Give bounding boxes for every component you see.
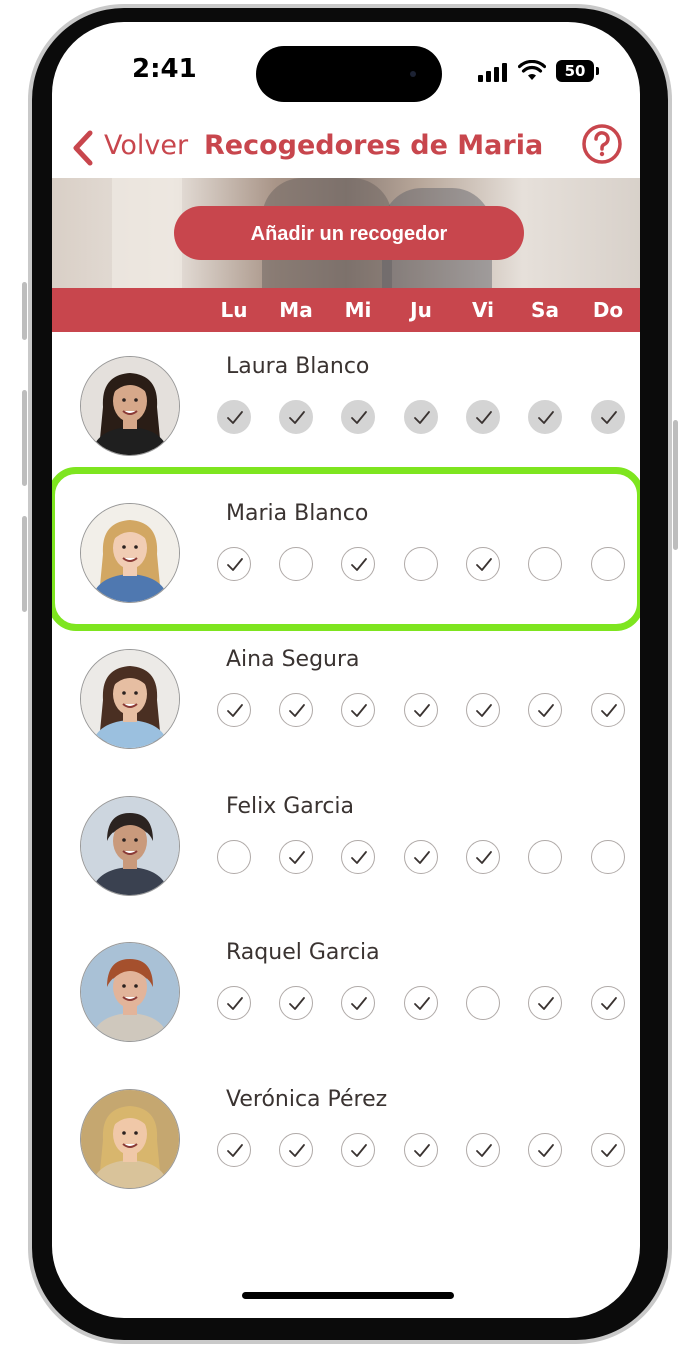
picker-row: Raquel Garcia [52,918,640,1064]
back-button[interactable]: Volver [104,130,188,161]
day-checkbox-empty-ma[interactable] [279,546,313,581]
day-checkbox-checked-ma[interactable] [279,839,313,874]
picker-row: Verónica Pérez [52,1065,640,1211]
day-checkbox-checked-ma[interactable] [279,1132,313,1167]
chevron-left-icon[interactable] [70,128,96,168]
day-checkbox-checked-ma[interactable] [279,693,313,727]
day-checkbox-empty-do[interactable] [591,546,625,581]
day-header-ma: Ma [279,298,313,322]
day-checkbox-checked-lu[interactable] [217,546,251,581]
day-checkbox-checked-sa[interactable] [528,693,562,727]
day-checkbox-checked-lu[interactable] [217,693,251,727]
day-checkbox-empty-do[interactable] [591,839,625,874]
action-button [22,282,27,340]
day-checkbox-checked-sa[interactable] [528,1132,562,1167]
day-checkbox-checked-vi[interactable] [466,546,500,581]
day-checkbox-checked-vi[interactable] [466,693,500,727]
day-checkbox-checked-ju[interactable] [404,986,438,1020]
day-checkbox-checked-ju[interactable] [404,693,438,727]
day-checkbox-checked-sa [528,400,562,434]
volume-up-button [22,390,27,486]
day-checkbox-checked-ju [404,400,438,434]
avatar[interactable] [80,649,180,749]
app-screen: 2:41 50 Volver Recogedores de Maria Añad… [52,22,640,1318]
status-time: 2:41 [132,54,197,84]
avatar[interactable] [80,1088,180,1189]
picker-name: Verónica Pérez [226,1086,388,1112]
nav-header: Volver Recogedores de Maria [52,122,640,178]
picker-row: Maria Blanco [52,479,640,625]
picker-name: Maria Blanco [226,500,369,526]
page-title: Recogedores de Maria [204,130,544,161]
day-checkbox-checked-do[interactable] [591,986,625,1020]
avatar[interactable] [80,942,180,1042]
day-checkbox-checked-ju[interactable] [404,839,438,874]
cellular-signal-icon [478,62,508,82]
header-banner-photo: Añadir un recogedor [52,178,640,288]
day-checkbox-checked-mi [341,400,375,434]
day-checkbox-empty-lu[interactable] [217,839,251,874]
day-header-sa: Sa [531,298,559,322]
status-bar: 2:41 50 [52,22,640,122]
day-checkbox-empty-ju[interactable] [404,546,438,581]
day-checkbox-checked-vi[interactable] [466,1132,500,1167]
day-checkbox-checked-sa[interactable] [528,986,562,1020]
day-checkbox-empty-sa[interactable] [528,546,562,581]
dynamic-island [256,46,442,102]
day-checkbox-checked-do[interactable] [591,693,625,727]
picker-row: Laura Blanco [52,332,640,478]
picker-name: Aina Segura [226,647,360,672]
day-checkbox-checked-do [591,400,625,434]
weekday-header: Lu Ma Mi Ju Vi Sa Do [52,288,640,332]
day-checkbox-checked-do[interactable] [591,1132,625,1167]
day-header-vi: Vi [472,298,494,322]
add-picker-button[interactable]: Añadir un recogedor [174,206,524,260]
day-header-mi: Mi [344,298,372,322]
day-checkbox-checked-lu[interactable] [217,1132,251,1167]
wifi-icon [518,60,546,80]
volume-down-button [22,516,27,612]
battery-icon: 50 [556,60,599,82]
day-checkbox-checked-lu [217,400,251,434]
day-checkbox-checked-mi[interactable] [341,839,375,874]
picker-name: Raquel Garcia [226,940,380,965]
day-checkbox-checked-mi[interactable] [341,1132,375,1167]
day-checkbox-checked-mi[interactable] [341,546,375,581]
day-header-do: Do [592,298,624,322]
power-button [673,420,678,550]
picker-name: Laura Blanco [226,354,370,379]
day-checkbox-checked-lu[interactable] [217,986,251,1020]
day-checkbox-checked-ju[interactable] [404,1132,438,1167]
question-circle-icon[interactable] [580,122,624,166]
avatar[interactable] [80,356,180,456]
picker-row: Aina Segura [52,625,640,771]
home-indicator [242,1292,454,1299]
day-checkbox-checked-ma[interactable] [279,986,313,1020]
day-checkbox-checked-mi[interactable] [341,986,375,1020]
day-checkbox-empty-vi[interactable] [466,986,500,1020]
day-checkbox-checked-vi [466,400,500,434]
day-checkbox-empty-sa[interactable] [528,839,562,874]
day-checkbox-checked-ma [279,400,313,434]
picker-row: Felix Garcia [52,772,640,918]
avatar[interactable] [80,502,180,603]
day-header-lu: Lu [220,298,248,322]
day-checkbox-checked-mi[interactable] [341,693,375,727]
picker-name: Felix Garcia [226,793,355,819]
avatar[interactable] [80,795,180,896]
day-checkbox-checked-vi[interactable] [466,839,500,874]
day-header-ju: Ju [410,298,432,322]
